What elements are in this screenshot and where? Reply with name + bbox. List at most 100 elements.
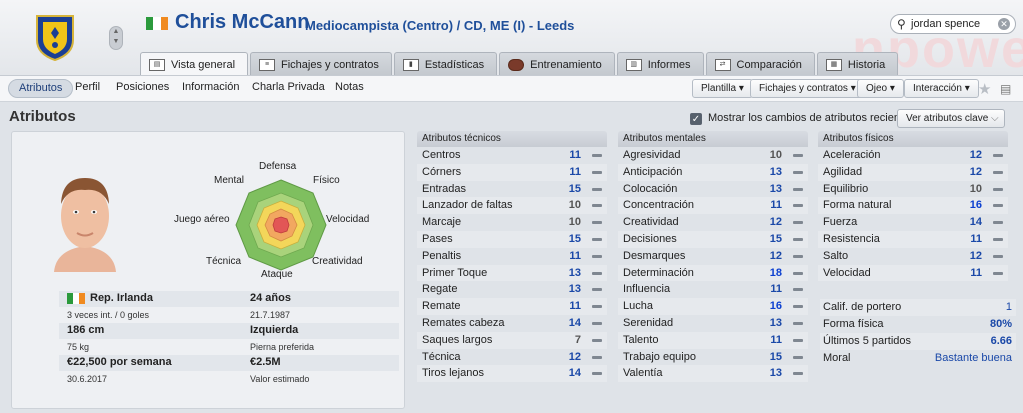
attribute-name: Remate (422, 300, 461, 313)
attribute-value: 13 (568, 266, 581, 279)
stat-name: Calif. de portero (823, 301, 902, 313)
height: 186 cm (67, 324, 105, 336)
stat-value: 1 (1005, 301, 1012, 313)
club-crest-icon[interactable] (33, 12, 77, 62)
panel-header: Atributos mentales (618, 131, 808, 147)
attribute-row[interactable]: Decisiones 15 (618, 230, 808, 248)
attribute-row[interactable]: Equilibrio 10 (818, 181, 1008, 198)
date-of-birth: 21.7.1987 (250, 310, 291, 320)
trend-flat-icon (592, 338, 602, 342)
attribute-row[interactable]: Salto 12 (818, 248, 1008, 265)
physical-rows: Aceleración 12 Agilidad 12 Equilibrio 10 Fo… (818, 147, 1008, 282)
attribute-name: Fuerza (823, 216, 858, 229)
attribute-row[interactable]: Aceleración 12 (818, 147, 1008, 164)
star-icon[interactable]: ★ (978, 80, 991, 98)
attribute-row[interactable]: Valentía 13 (618, 365, 808, 383)
attribute-row[interactable]: Determinación 18 (618, 264, 808, 282)
trend-flat-icon (793, 237, 803, 241)
attribute-name: Decisiones (623, 232, 677, 245)
fichajes-dropdown[interactable]: Fichajes y contratos ▾ (750, 79, 865, 98)
attribute-row[interactable]: Pases 15 (417, 230, 607, 248)
attribute-row[interactable]: Penaltis 11 (417, 248, 607, 265)
attribute-name: Lanzador de faltas (422, 199, 513, 212)
tab-fichajes[interactable]: ≡ Fichajes y contratos (250, 52, 392, 75)
attribute-row[interactable]: Centros 11 (417, 147, 607, 164)
tab-estadisticas[interactable]: ▮ Estadísticas (393, 52, 498, 75)
attribute-row[interactable]: Agresividad 10 (618, 147, 808, 164)
attribute-name: Equilibrio (823, 182, 869, 195)
trend-flat-icon (793, 170, 803, 174)
interaccion-dropdown[interactable]: Interacción ▾ (904, 79, 979, 98)
attribute-row[interactable]: Anticipación 13 (618, 163, 808, 181)
attribute-row[interactable]: Fuerza 14 (818, 214, 1008, 231)
trend-flat-icon (592, 321, 602, 325)
attribute-row[interactable]: Concentración 11 (618, 197, 808, 215)
player-position-club[interactable]: Mediocampista (Centro) / CD, ME (I) - Le… (305, 18, 574, 33)
attribute-name: Penaltis (422, 249, 462, 262)
notes-icon[interactable]: ▤ (1000, 82, 1011, 96)
attribute-row[interactable]: Forma natural 16 (818, 197, 1008, 215)
button-label: Ver atributos clave (906, 113, 989, 124)
trend-flat-icon (793, 372, 803, 376)
trend-flat-icon (993, 204, 1003, 208)
attribute-row[interactable]: Lanzador de faltas 10 (417, 197, 607, 215)
attribute-row[interactable]: Remates cabeza 14 (417, 315, 607, 332)
attribute-row[interactable]: Córners 11 (417, 163, 607, 181)
attribute-row[interactable]: Primer Toque 13 (417, 264, 607, 282)
recent-changes-checkbox[interactable]: ✓ (690, 113, 702, 125)
estimated-value-label: Valor estimado (250, 374, 310, 384)
overview-icon: ▤ (149, 58, 165, 71)
attribute-row[interactable]: Agilidad 12 (818, 163, 1008, 181)
attribute-row[interactable]: Lucha 16 (618, 298, 808, 315)
attribute-name: Remates cabeza (422, 316, 505, 329)
ojeo-dropdown[interactable]: Ojeo ▾ (857, 79, 904, 98)
subnav-charla-privada[interactable]: Charla Privada (252, 81, 325, 93)
attribute-row[interactable]: Saques largos 7 (417, 331, 607, 349)
plantilla-dropdown[interactable]: Plantilla ▾ (692, 79, 753, 98)
attribute-row[interactable]: Serenidad 13 (618, 315, 808, 332)
nationality[interactable]: Rep. Irlanda (90, 292, 153, 304)
attribute-row[interactable]: Velocidad 11 (818, 264, 1008, 282)
tab-comparacion[interactable]: ⇄ Comparación (705, 52, 815, 75)
attribute-row[interactable]: Técnica 12 (417, 349, 607, 366)
trend-flat-icon (592, 271, 602, 275)
chevron-down-icon: ⌵ (991, 113, 999, 124)
attribute-row[interactable]: Creatividad 12 (618, 214, 808, 231)
clear-search-icon[interactable]: ✕ (998, 18, 1010, 30)
subnav-perfil[interactable]: Perfil (75, 81, 100, 93)
attribute-row[interactable]: Remate 11 (417, 298, 607, 315)
search-value[interactable]: jordan spence (911, 18, 980, 30)
attribute-value: 12 (769, 216, 782, 229)
attribute-row[interactable]: Regate 13 (417, 281, 607, 298)
subnav-informacion[interactable]: Información (182, 81, 239, 93)
trend-flat-icon (793, 288, 803, 292)
search-input[interactable]: ⚲ jordan spence ✕ (890, 14, 1016, 34)
tab-informes[interactable]: ▥ Informes (616, 52, 704, 75)
tab-label: Historia (847, 58, 886, 71)
tab-entrenamiento[interactable]: Entrenamiento (499, 52, 615, 75)
attribute-row[interactable]: Desmarques 12 (618, 248, 808, 265)
attribute-row[interactable]: Colocación 13 (618, 181, 808, 198)
attribute-value: 13 (769, 182, 782, 195)
player-switch-stepper[interactable]: ▲ ▼ (109, 26, 123, 50)
player-name[interactable]: Chris McCann (175, 11, 309, 34)
attribute-row[interactable]: Talento 11 (618, 331, 808, 349)
attribute-row[interactable]: Trabajo equipo 15 (618, 349, 808, 366)
attribute-row[interactable]: Marcaje 10 (417, 214, 607, 231)
attribute-value: 18 (769, 266, 782, 279)
key-attributes-button[interactable]: Ver atributos clave ⌵ (897, 109, 1005, 128)
attribute-row[interactable]: Resistencia 11 (818, 230, 1008, 248)
attribute-row[interactable]: Tiros lejanos 14 (417, 365, 607, 383)
recent-changes-label[interactable]: Mostrar los cambios de atributos recient… (708, 112, 915, 124)
trend-flat-icon (592, 288, 602, 292)
attribute-row[interactable]: Influencia 11 (618, 281, 808, 298)
info-row (59, 339, 399, 355)
trend-flat-icon (993, 170, 1003, 174)
subnav-posiciones[interactable]: Posiciones (116, 81, 169, 93)
tab-vista-general[interactable]: ▤ Vista general (140, 52, 249, 75)
tab-historia[interactable]: ▦ Historia (816, 52, 899, 75)
subnav-atributos[interactable]: Atributos (8, 79, 74, 98)
subnav-notas[interactable]: Notas (335, 81, 364, 93)
attribute-row[interactable]: Entradas 15 (417, 181, 607, 198)
attribute-name: Talento (623, 333, 659, 346)
